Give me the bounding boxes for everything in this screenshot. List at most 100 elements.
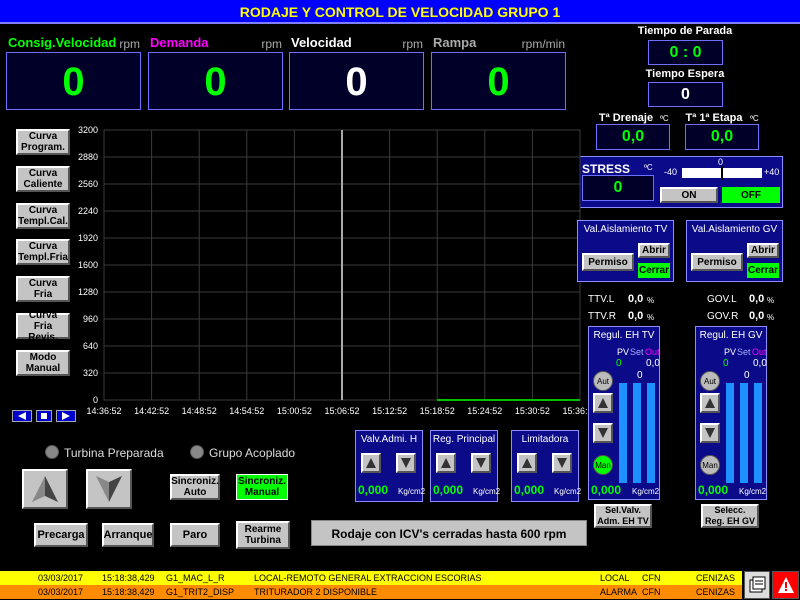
regul_gv-up-button[interactable] [700, 393, 720, 413]
chart-x-tick: 15:06:52 [324, 406, 359, 416]
curve-button-line1: Curva [28, 205, 58, 216]
regul_gv-down-button[interactable] [700, 423, 720, 443]
regul_gv-set-value: 0 [744, 370, 750, 381]
stress-bar-marker [721, 166, 723, 180]
regul_gv-set-label: Set [737, 347, 751, 357]
val-gv-permiso-button[interactable]: Permiso [691, 253, 743, 271]
limitadora-value: 0,000 [514, 483, 545, 497]
valv_adm-down-button[interactable] [396, 453, 416, 473]
display-unit-0: rpm [119, 37, 140, 51]
regul_tv-up-button[interactable] [593, 393, 613, 413]
arrow-up-icon [598, 398, 608, 408]
chart-x-tick: 14:48:52 [182, 406, 217, 416]
val-tv-permiso-button[interactable]: Permiso [582, 253, 634, 271]
regul_gv-out-label: Out [752, 347, 767, 357]
alarm-warning-icon[interactable] [772, 571, 799, 599]
window-title: RODAJE Y CONTROL DE VELOCIDAD GRUPO 1 [0, 0, 800, 24]
lower-arrow-button[interactable] [86, 469, 132, 509]
reg_principal-up-button[interactable] [436, 453, 456, 473]
paro-button[interactable]: Paro [170, 523, 220, 547]
valv_adm-up-button[interactable] [361, 453, 381, 473]
regul_tv-out-bar [647, 383, 655, 483]
alarm-zone: CENIZAS [696, 587, 736, 597]
limitadora-down-button[interactable] [552, 453, 572, 473]
alarm-row[interactable]: 03/03/2017 15:18:38,429 G1_MAC_L_R LOCAL… [0, 571, 742, 585]
alarm-date: 03/03/2017 [38, 587, 84, 597]
arrow-up-icon [366, 458, 376, 468]
regul_gv-title: Regul. EH GV [699, 330, 763, 341]
alarm-state: ALARMA [600, 587, 638, 597]
curve-button-line1: Curva [28, 278, 58, 289]
regul_tv-aut-button[interactable]: Aut [593, 371, 613, 391]
alarm-area: CFN [642, 573, 661, 583]
regul_gv-man-button[interactable]: Man [700, 455, 720, 475]
regul_gv-aut-button[interactable]: Aut [700, 371, 720, 391]
gov-l-label: GOV.L [707, 294, 737, 305]
turbina-preparada-label: Turbina Preparada [64, 446, 164, 460]
curve-button-line1: Modo [29, 352, 57, 363]
alarm-list-icon[interactable] [744, 571, 770, 599]
arrow-right-icon[interactable] [56, 410, 76, 422]
alarm-date: 03/03/2017 [38, 573, 84, 583]
display-unit-3: rpm/min [521, 37, 565, 51]
chart-x-tick: 14:54:52 [229, 406, 264, 416]
turbina-preparada-led [45, 445, 59, 459]
regul-eh-tv-panel: Regul. EH TV PV Set Out 0 0 0,0 Aut Man … [588, 326, 660, 500]
regul_gv-pressure-unit: Kg/cm2 [739, 487, 767, 496]
stress-value: 0 [582, 175, 654, 201]
regul_tv-out-value: 0,0 [646, 358, 660, 369]
sincroniz-manual-button[interactable]: Sincroniz. Manual [236, 474, 288, 500]
chart-y-tick: 2560 [78, 179, 98, 189]
regul_gv-pressure-value: 0,000 [698, 483, 729, 497]
val-gv-cerrar-button[interactable]: Cerrar [747, 263, 779, 278]
stress-on-button[interactable]: ON [660, 187, 718, 203]
chart-y-tick: 640 [83, 341, 98, 351]
limitadora-up-button[interactable] [517, 453, 537, 473]
chart-x-tick: 15:12:52 [372, 406, 407, 416]
regul_gv-out-value: 0,0 [753, 358, 767, 369]
regul_tv-set-value: 0 [637, 370, 643, 381]
raise-arrow-button[interactable] [22, 469, 68, 509]
ttv-r-unit: % [647, 313, 655, 322]
regul_gv-pv-bar [726, 383, 734, 483]
regul_tv-pressure-unit: Kg/cm2 [632, 487, 660, 496]
sincroniz-auto-button[interactable]: Sincroniz. Auto [170, 474, 220, 500]
chart-y-tick: 0 [93, 395, 98, 405]
t-etapa-value: 0,0 [685, 124, 759, 150]
arrow-down-icon [401, 458, 411, 468]
rearme-turbina-button[interactable]: Rearme Turbina [236, 521, 290, 549]
arrow-down-icon [96, 476, 122, 502]
val-tv-cerrar-button[interactable]: Cerrar [638, 263, 670, 278]
regul_tv-man-button[interactable]: Man [593, 455, 613, 475]
ttv-r-value: 0,0 [628, 310, 644, 322]
alarm-row[interactable]: 03/03/2017 15:18:38,429 G1_TRIT2_DISP TR… [0, 585, 742, 599]
grupo-acoplado-led [190, 445, 204, 459]
regul_tv-set-label: Set [630, 347, 644, 357]
gov-l-unit: % [767, 296, 775, 305]
curve-button-line1: Curva [28, 309, 58, 321]
display-value-1: 0 [148, 52, 283, 110]
curve-button-line1: Curva [28, 241, 58, 252]
precarga-button[interactable]: Precarga [34, 523, 88, 547]
alarm-desc: TRITURADOR 2 DISPONIBLE [254, 587, 378, 597]
limitadora-panel: Limitadora 0,000 Kg/cm2 [511, 430, 581, 502]
arranque-button[interactable]: Arranque [102, 523, 154, 547]
stress-scale-max: +40 [764, 167, 780, 177]
regul_tv-down-button[interactable] [593, 423, 613, 443]
reg_principal-down-button[interactable] [471, 453, 491, 473]
stress-off-button[interactable]: OFF [722, 187, 780, 203]
stress-panel: STRESS ºC 0 -40 0 +40 ON OFF [577, 156, 783, 208]
display-value-3: 0 [431, 52, 566, 110]
alarm-time: 15:18:38,429 [102, 587, 155, 597]
valv_adm-unit: Kg/cm2 [398, 487, 426, 496]
display-unit-1: rpm [261, 37, 282, 51]
alarm-area: CFN [642, 587, 661, 597]
arrow-left-icon[interactable] [12, 410, 32, 422]
stop-icon[interactable] [36, 410, 52, 422]
ttv-l-label: TTV.L [588, 294, 615, 305]
selecc-reg-gv-button[interactable]: Selecc. Reg. EH GV [701, 504, 759, 528]
sel-valv-adm-button[interactable]: Sel.Valv. Adm. EH TV [594, 504, 652, 528]
val-gv-abrir-button[interactable]: Abrir [747, 243, 779, 258]
val-tv-abrir-button[interactable]: Abrir [638, 243, 670, 258]
chart-y-tick: 1920 [78, 233, 98, 243]
